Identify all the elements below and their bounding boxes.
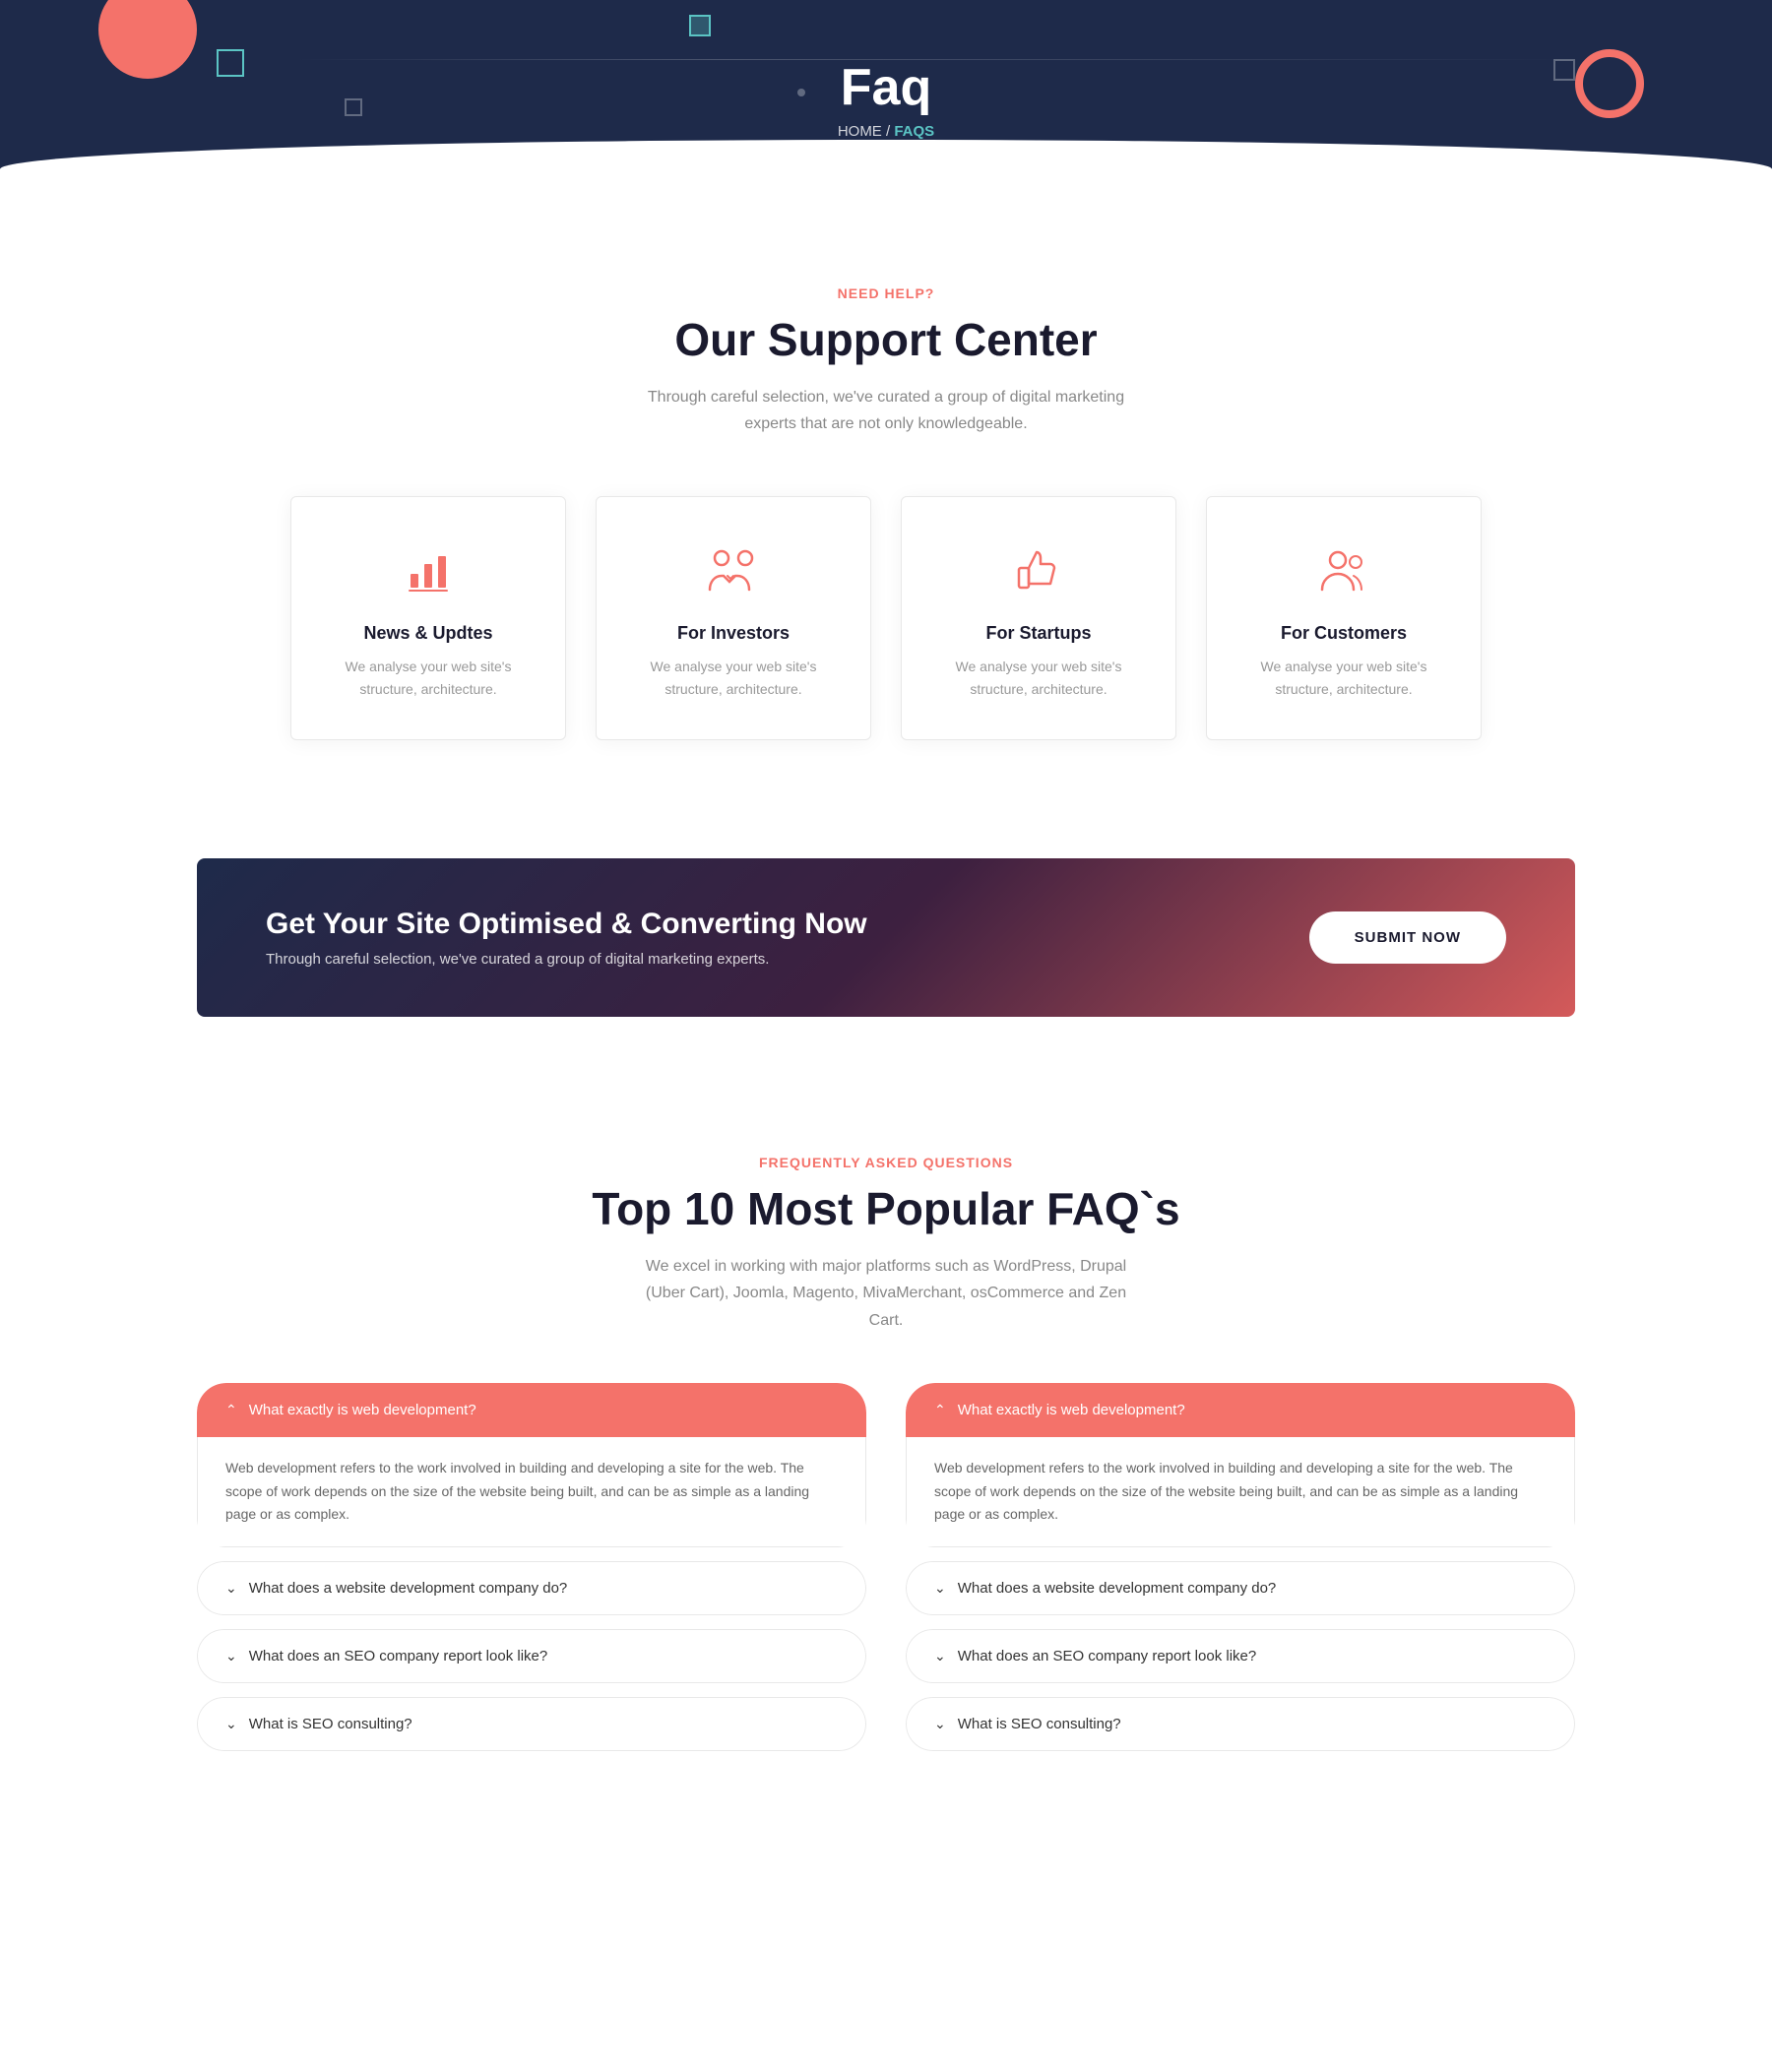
card-startups-desc: We analyse your web site's structure, ar… xyxy=(931,656,1146,700)
faq-item-right-3: ⌄ What is SEO consulting? xyxy=(906,1697,1575,1751)
faq-question-text-right-1: What does a website development company … xyxy=(958,1580,1277,1597)
faq-item-right-0: ⌃ What exactly is web development? Web d… xyxy=(906,1383,1575,1547)
chevron-down-icon-3: ⌄ xyxy=(225,1716,237,1732)
faq-question-text-right-0: What exactly is web development? xyxy=(958,1402,1185,1418)
deco-circle-2 xyxy=(1575,49,1644,118)
support-description: Through careful selection, we've curated… xyxy=(640,384,1132,437)
cards-row: News & Updtes We analyse your web site's… xyxy=(197,496,1575,740)
faq-question-right-3[interactable]: ⌄ What is SEO consulting? xyxy=(906,1697,1575,1751)
cta-description: Through careful selection, we've curated… xyxy=(266,951,867,968)
faq-item-left-2: ⌄ What does an SEO company report look l… xyxy=(197,1629,866,1683)
cta-title: Get Your Site Optimised & Converting Now xyxy=(266,908,867,941)
cta-banner: Get Your Site Optimised & Converting Now… xyxy=(197,858,1575,1017)
faq-column-right: ⌃ What exactly is web development? Web d… xyxy=(906,1383,1575,1751)
faq-label: FREQUENTLY ASKED QUESTIONS xyxy=(197,1155,1575,1170)
faq-question-text-left-0: What exactly is web development? xyxy=(249,1402,476,1418)
support-title: Our Support Center xyxy=(197,313,1575,366)
chevron-up-icon: ⌃ xyxy=(225,1402,237,1418)
hero-header: Faq HOME / FAQS xyxy=(0,0,1772,197)
deco-line xyxy=(295,59,1575,60)
faq-question-text-left-2: What does an SEO company report look lik… xyxy=(249,1648,548,1664)
chevron-down-icon-r1: ⌄ xyxy=(934,1580,946,1597)
card-news-desc: We analyse your web site's structure, ar… xyxy=(321,656,536,700)
breadcrumb-home[interactable]: HOME xyxy=(838,123,882,140)
faq-question-text-left-3: What is SEO consulting? xyxy=(249,1716,412,1732)
faq-item-right-2: ⌄ What does an SEO company report look l… xyxy=(906,1629,1575,1683)
faq-item-left-3: ⌄ What is SEO consulting? xyxy=(197,1697,866,1751)
faq-title: Top 10 Most Popular FAQ`s xyxy=(197,1182,1575,1235)
card-investors-title: For Investors xyxy=(626,623,841,644)
faq-item-left-0: ⌃ What exactly is web development? Web d… xyxy=(197,1383,866,1547)
users-icon xyxy=(1236,546,1451,605)
faq-answer-left-0: Web development refers to the work invol… xyxy=(197,1437,866,1547)
faq-grid: ⌃ What exactly is web development? Web d… xyxy=(197,1383,1575,1751)
faq-question-right-2[interactable]: ⌄ What does an SEO company report look l… xyxy=(906,1629,1575,1683)
faq-description: We excel in working with major platforms… xyxy=(640,1253,1132,1334)
support-section: NEED HELP? Our Support Center Through ca… xyxy=(0,197,1772,799)
faq-question-left-2[interactable]: ⌄ What does an SEO company report look l… xyxy=(197,1629,866,1683)
faq-question-text-left-1: What does a website development company … xyxy=(249,1580,568,1597)
handshake-icon xyxy=(626,546,841,605)
faq-question-text-right-2: What does an SEO company report look lik… xyxy=(958,1648,1257,1664)
chevron-down-icon-2: ⌄ xyxy=(225,1648,237,1664)
cta-text: Get Your Site Optimised & Converting Now… xyxy=(266,908,867,968)
deco-square-1 xyxy=(217,49,244,77)
thumbup-icon xyxy=(931,546,1146,605)
deco-square-2 xyxy=(689,15,711,36)
breadcrumb: HOME / FAQS xyxy=(838,123,934,140)
deco-circle-1 xyxy=(98,0,197,79)
faq-answer-right-0: Web development refers to the work invol… xyxy=(906,1437,1575,1547)
faq-question-right-1[interactable]: ⌄ What does a website development compan… xyxy=(906,1561,1575,1615)
card-customers-title: For Customers xyxy=(1236,623,1451,644)
card-investors-desc: We analyse your web site's structure, ar… xyxy=(626,656,841,700)
chevron-up-icon-r: ⌃ xyxy=(934,1402,946,1418)
chevron-down-icon-r3: ⌄ xyxy=(934,1716,946,1732)
faq-column-left: ⌃ What exactly is web development? Web d… xyxy=(197,1383,866,1751)
page-title: Faq xyxy=(841,58,931,117)
faq-question-left-0[interactable]: ⌃ What exactly is web development? xyxy=(197,1383,866,1437)
card-customers-desc: We analyse your web site's structure, ar… xyxy=(1236,656,1451,700)
faq-item-left-1: ⌄ What does a website development compan… xyxy=(197,1561,866,1615)
faq-question-text-right-3: What is SEO consulting? xyxy=(958,1716,1121,1732)
faq-question-left-3[interactable]: ⌄ What is SEO consulting? xyxy=(197,1697,866,1751)
support-label: NEED HELP? xyxy=(197,285,1575,301)
breadcrumb-sep: / xyxy=(886,123,890,140)
card-investors: For Investors We analyse your web site's… xyxy=(596,496,871,740)
chart-icon xyxy=(321,546,536,605)
card-startups-title: For Startups xyxy=(931,623,1146,644)
submit-now-button[interactable]: SUBMIT NOW xyxy=(1309,911,1506,964)
deco-square-4 xyxy=(1553,59,1575,81)
deco-square-3 xyxy=(345,98,362,116)
card-startups: For Startups We analyse your web site's … xyxy=(901,496,1176,740)
faq-section: FREQUENTLY ASKED QUESTIONS Top 10 Most P… xyxy=(0,1076,1772,1810)
faq-item-right-1: ⌄ What does a website development compan… xyxy=(906,1561,1575,1615)
card-news-title: News & Updtes xyxy=(321,623,536,644)
chevron-down-icon: ⌄ xyxy=(225,1580,237,1597)
breadcrumb-current: FAQS xyxy=(894,123,934,140)
chevron-down-icon-r2: ⌄ xyxy=(934,1648,946,1664)
faq-question-right-0[interactable]: ⌃ What exactly is web development? xyxy=(906,1383,1575,1437)
faq-question-left-1[interactable]: ⌄ What does a website development compan… xyxy=(197,1561,866,1615)
deco-dot xyxy=(797,89,805,96)
card-customers: For Customers We analyse your web site's… xyxy=(1206,496,1482,740)
card-news: News & Updtes We analyse your web site's… xyxy=(290,496,566,740)
